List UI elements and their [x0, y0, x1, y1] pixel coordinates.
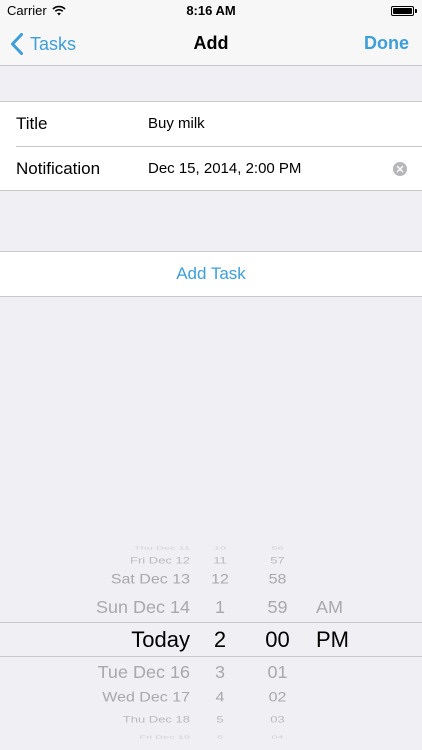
picker-item[interactable]: Sat Dec 13 [0, 571, 190, 588]
done-button[interactable]: Done [364, 22, 409, 65]
picker-item[interactable]: Fri Dec 19 [0, 734, 190, 741]
picker-item[interactable]: 11 [200, 554, 240, 566]
title-label: Title [16, 114, 48, 133]
notification-row: Notification Dec 15, 2014, 2:00 PM [0, 147, 422, 191]
add-task-button[interactable]: Add Task [0, 251, 422, 297]
notification-field[interactable]: Dec 15, 2014, 2:00 PM [148, 147, 301, 191]
picker-item[interactable]: Sun Dec 14 [0, 596, 190, 617]
page-title: Add [193, 33, 229, 53]
status-bar: Carrier 8:16 AM [0, 0, 422, 22]
picker-item[interactable]: Tue Dec 16 [0, 661, 190, 682]
picker-item[interactable]: 4 [200, 689, 240, 706]
task-form-group: Title Buy milk Notification Dec 15, 2014… [0, 101, 422, 191]
picker-item[interactable]: 1 [200, 596, 240, 617]
picker-item-selected[interactable]: 00 [255, 627, 300, 653]
picker-item[interactable]: 57 [255, 554, 300, 566]
picker-item-selected[interactable]: Today [0, 627, 190, 653]
picker-item[interactable]: 12 [200, 571, 240, 588]
navigation-bar: Tasks Add Done [0, 22, 422, 66]
picker-item[interactable]: 03 [255, 713, 300, 725]
picker-item-selected[interactable]: PM [316, 627, 376, 653]
picker-date-column[interactable]: Thu Dec 11 Fri Dec 12 Sat Dec 13 Sun Dec 14… [0, 540, 190, 750]
picker-item[interactable]: Thu Dec 11 [0, 545, 190, 552]
status-time: 8:16 AM [186, 3, 236, 18]
picker-item[interactable]: Thu Dec 18 [0, 713, 190, 725]
picker-item[interactable]: 6 [200, 734, 240, 741]
picker-item[interactable]: 04 [255, 734, 300, 741]
picker-item[interactable]: 02 [255, 689, 300, 706]
clear-icon[interactable] [393, 162, 407, 176]
picker-item-selected[interactable]: 2 [200, 627, 240, 653]
picker-item[interactable]: Fri Dec 12 [0, 554, 190, 566]
date-time-picker[interactable]: Thu Dec 11 Fri Dec 12 Sat Dec 13 Sun Dec 14… [0, 540, 422, 750]
battery-icon [391, 6, 417, 16]
picker-item[interactable]: 10 [200, 545, 240, 552]
picker-item[interactable]: 56 [255, 545, 300, 552]
picker-item[interactable]: AM [316, 596, 376, 617]
title-row: Title Buy milk [0, 102, 422, 147]
notification-label: Notification [16, 159, 101, 178]
picker-item[interactable]: 5 [200, 713, 240, 725]
picker-item[interactable]: 01 [255, 661, 300, 682]
picker-item[interactable]: 59 [255, 596, 300, 617]
picker-ampm-column[interactable]: AM PM [316, 540, 376, 750]
picker-minute-column[interactable]: 56 57 58 59 00 01 02 03 04 [255, 540, 300, 750]
picker-item[interactable]: 58 [255, 571, 300, 588]
picker-hour-column[interactable]: 10 11 12 1 2 3 4 5 6 [200, 540, 240, 750]
title-field[interactable]: Buy milk [148, 102, 205, 146]
picker-item[interactable]: Wed Dec 17 [0, 689, 190, 706]
picker-item[interactable]: 3 [200, 661, 240, 682]
